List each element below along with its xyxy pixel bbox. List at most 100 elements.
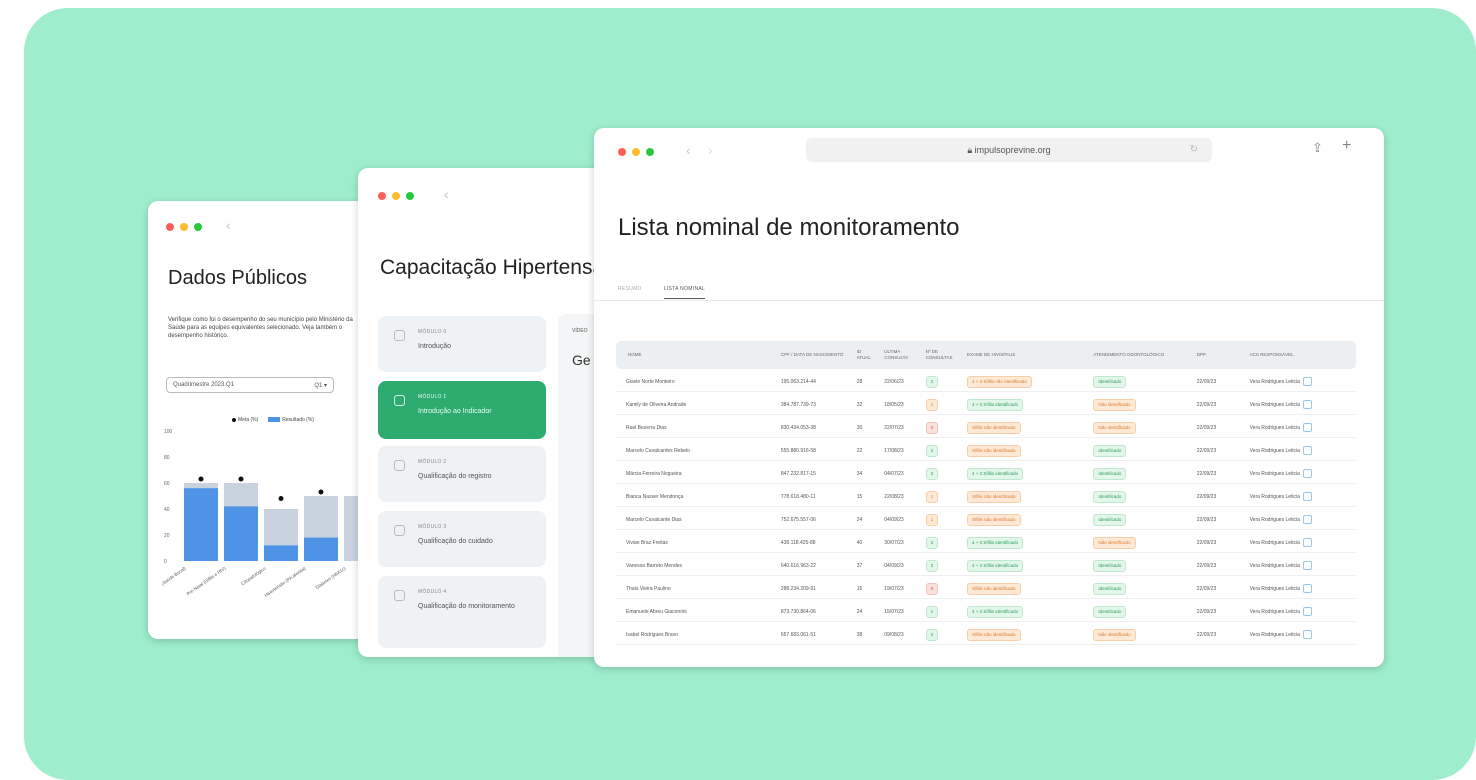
table-row[interactable]: Kamily de Oliveira Andrade 384.787.739-73…	[616, 395, 1356, 415]
quadrimestre-select[interactable]: Quadrimestre 2023.Q1 Q1 ▾	[166, 377, 334, 393]
table-cell: Bianca Nasser Mendonça	[616, 487, 777, 507]
contact-icon[interactable]	[1302, 561, 1312, 570]
contact-icon[interactable]	[1302, 584, 1312, 593]
table-cell: Sífilis não identificado	[962, 579, 1090, 599]
back-chevron-icon[interactable]: ‹	[686, 142, 691, 158]
cell-text: 22/09/23	[1196, 470, 1217, 477]
cell-text: 830.434.053-38	[780, 424, 816, 431]
column-header[interactable]: ACS RESPONSÁVEL	[1245, 341, 1356, 369]
status-badge: 3	[925, 628, 939, 641]
cell-text: 22/07/23	[884, 424, 904, 431]
table-row[interactable]: Vanessa Barreto Mendes 640.616.963-22 37 04…	[616, 556, 1356, 576]
table-row[interactable]: Marcelo Cavalcante Dias 752.675.557-06 24 0…	[616, 510, 1356, 530]
contact-icon[interactable]	[1302, 630, 1312, 639]
module-card[interactable]: MÓDULO 0 Introdução	[378, 316, 546, 372]
table-row[interactable]: Marcelo Cavalcantes Rebelo 555.880.916-58…	[616, 441, 1356, 461]
table-cell: 4 + 3 Sífilis identificado	[962, 556, 1090, 576]
cell-text: Vera Rodrigues Leticia	[1249, 516, 1300, 523]
table-row[interactable]: Thaís Vieira Paulino 288.234.209-91 15 19/0…	[616, 579, 1356, 599]
x-tick-label: Citopatológico	[240, 565, 267, 586]
contact-icon[interactable]	[1302, 377, 1312, 386]
forward-chevron-icon[interactable]: ›	[708, 142, 713, 158]
checkbox-icon[interactable]	[394, 525, 405, 536]
cell-text: 22/09/23	[1196, 562, 1217, 569]
module-card[interactable]: MÓDULO 3 Qualificação do cuidado	[378, 511, 546, 567]
table-cell: 09/08/23	[880, 625, 922, 645]
module-card[interactable]: MÓDULO 4 Qualificação do monitoramento	[378, 576, 546, 648]
table-row[interactable]: Bianca Nasser Mendonça 778.618.480-11 15 22…	[616, 487, 1356, 507]
table-cell: 778.618.480-11	[776, 487, 853, 507]
table-cell: 22/06/23	[880, 372, 922, 392]
column-header[interactable]: NOME	[616, 341, 777, 369]
table-cell: 22/09/23	[1192, 533, 1246, 553]
table-row[interactable]: Emanuele Abreu Giacomini 873.730.864-06 24…	[616, 602, 1356, 622]
contact-icon[interactable]	[1302, 446, 1312, 455]
column-header[interactable]: DPP	[1192, 341, 1246, 369]
contact-icon[interactable]	[1302, 423, 1312, 432]
column-header[interactable]: CPF / DATA DE NASCIMENTO	[776, 341, 853, 369]
cell-text: Vera Rodrigues Leticia	[1249, 401, 1300, 408]
cell-text: 22/09/23	[1196, 516, 1217, 523]
select-value: Q1 ▾	[314, 383, 327, 389]
cell-text: Vera Rodrigues Leticia	[1249, 447, 1300, 454]
address-bar[interactable]: 🔒︎ impulsoprevine.org ↻	[806, 138, 1212, 162]
panel-label: VÍDEO	[572, 328, 588, 334]
column-header[interactable]: ATENDIMENTO ODONTOLÓGICO	[1089, 341, 1193, 369]
table-cell: 22/09/23	[1192, 625, 1246, 645]
minimize-dot-icon[interactable]	[632, 148, 640, 156]
module-card[interactable]: MÓDULO 1 Introdução ao Indicador	[378, 381, 546, 439]
cell-text: 438.118.425-88	[780, 539, 816, 546]
table-cell: Identificado	[1089, 487, 1193, 507]
table-cell: Thaís Vieira Paulino	[616, 579, 777, 599]
target-point	[318, 489, 324, 495]
tab-resumo[interactable]: RESUMO	[618, 286, 642, 299]
reload-icon[interactable]: ↻	[1190, 138, 1198, 162]
contact-icon[interactable]	[1302, 607, 1312, 616]
table-cell: Vera Rodrigues Leticia	[1245, 510, 1356, 530]
checkbox-icon[interactable]	[394, 330, 405, 341]
module-card[interactable]: MÓDULO 2 Qualificação do registro	[378, 446, 546, 502]
contact-icon[interactable]	[1302, 538, 1312, 547]
table-row[interactable]: Ruel Bezerra Dias 830.434.053-38 30 22/07/2…	[616, 418, 1356, 438]
status-badge: Identificado	[1093, 490, 1127, 503]
checkbox-icon[interactable]	[394, 395, 405, 406]
table-row[interactable]: Gisele Norte Monteiro 195.063.214-44 28 22/…	[616, 372, 1356, 392]
table-cell: Gisele Norte Monteiro	[616, 372, 777, 392]
share-icon[interactable]: ⇪	[1312, 140, 1323, 156]
cell-text: 04/07/23	[884, 470, 904, 477]
table-row[interactable]: Vivian Braz Freitas 438.118.425-88 40 30/07…	[616, 533, 1356, 553]
minimize-dot-icon[interactable]	[392, 192, 400, 200]
contact-icon[interactable]	[1302, 492, 1312, 501]
column-header[interactable]: Nº DE CONSULTAS	[921, 341, 963, 369]
browser-toolbar: ‹ › 🔒︎ impulsoprevine.org ↻ ⇪ +	[594, 128, 1384, 182]
back-chevron-icon[interactable]: ‹	[444, 186, 449, 202]
maximize-dot-icon[interactable]	[646, 148, 654, 156]
new-tab-icon[interactable]: +	[1342, 137, 1351, 155]
close-dot-icon[interactable]	[378, 192, 386, 200]
maximize-dot-icon[interactable]	[406, 192, 414, 200]
table-cell: Não identificado	[1089, 533, 1193, 553]
minimize-dot-icon[interactable]	[180, 223, 188, 231]
contact-icon[interactable]	[1302, 515, 1312, 524]
table-cell: 04/09/23	[880, 510, 922, 530]
status-badge: 4 + 3 Sífilis identificado	[966, 467, 1024, 480]
back-chevron-icon[interactable]: ‹	[226, 217, 231, 233]
table-row[interactable]: Isabel Rodrigues Bravo 657.683.061-51 38 09…	[616, 625, 1356, 645]
close-dot-icon[interactable]	[618, 148, 626, 156]
status-badge: Identificado	[1093, 559, 1127, 572]
checkbox-icon[interactable]	[394, 590, 405, 601]
status-badge: 1	[925, 398, 939, 411]
column-header[interactable]: ÚLTIMA CONSULTA	[880, 341, 922, 369]
checkbox-icon[interactable]	[394, 460, 405, 471]
contact-icon[interactable]	[1302, 469, 1312, 478]
column-header[interactable]: ID ATUAL	[852, 341, 881, 369]
tab-lista-nominal[interactable]: LISTA NOMINAL	[663, 286, 706, 299]
cell-text: 40	[856, 539, 863, 546]
close-dot-icon[interactable]	[166, 223, 174, 231]
column-header[interactable]: EXAME DE HIV/SÍFILIS	[962, 341, 1090, 369]
table-row[interactable]: Márcia Ferreira Nogueira 847.232.817-15 34…	[616, 464, 1356, 484]
contact-icon[interactable]	[1302, 400, 1312, 409]
module-name: Qualificação do registro	[418, 473, 492, 480]
panel-heading: Ge	[572, 352, 591, 368]
maximize-dot-icon[interactable]	[194, 223, 202, 231]
